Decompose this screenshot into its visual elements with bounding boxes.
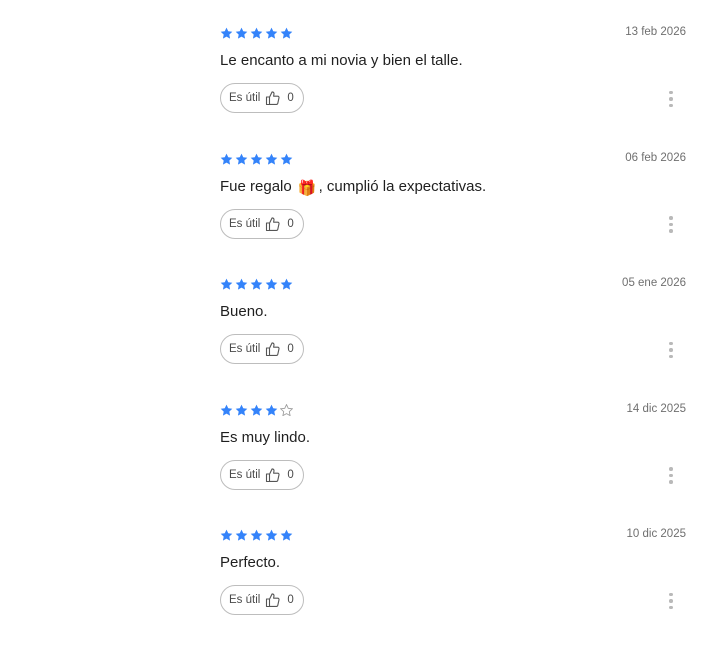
- star-filled-icon: [235, 27, 248, 39]
- star-filled-icon: [220, 278, 233, 290]
- kebab-menu-icon[interactable]: [664, 591, 678, 611]
- star-filled-icon: [265, 278, 278, 290]
- star-filled-icon: [250, 153, 263, 165]
- gift-emoji: 🎁: [297, 179, 317, 197]
- star-rating: [220, 153, 293, 165]
- star-filled-icon: [280, 27, 293, 39]
- useful-label: Es útil: [229, 343, 261, 355]
- star-rating: [220, 403, 293, 416]
- review-item: 05 ene 2026 Bueno. Es útil 0: [220, 275, 686, 401]
- star-filled-icon: [220, 27, 233, 39]
- star-filled-icon: [250, 404, 263, 416]
- kebab-menu-icon[interactable]: [664, 89, 678, 109]
- useful-count: 0: [287, 217, 294, 230]
- star-filled-icon: [220, 153, 233, 165]
- thumbs-up-icon: [266, 342, 280, 357]
- kebab-menu-icon[interactable]: [664, 340, 678, 360]
- star-filled-icon: [265, 27, 278, 39]
- star-filled-icon: [235, 278, 248, 290]
- useful-button[interactable]: Es útil 0: [220, 459, 304, 490]
- review-item: 14 dic 2025 Es muy lindo. Es útil 0: [220, 401, 686, 527]
- star-filled-icon: [235, 529, 248, 541]
- star-filled-icon: [280, 278, 293, 290]
- review-text: Bueno.: [220, 303, 268, 320]
- useful-label: Es útil: [229, 92, 261, 104]
- review-item: 06 feb 2026 Fue regalo 🎁, cumplió la exp…: [220, 150, 686, 276]
- review-date: 06 feb 2026: [625, 151, 686, 164]
- useful-label: Es útil: [229, 217, 261, 230]
- review-text: Perfecto.: [220, 554, 281, 571]
- thumbs-up-icon: [266, 467, 280, 482]
- useful-button[interactable]: Es útil 0: [220, 208, 304, 239]
- useful-count: 0: [287, 343, 294, 355]
- star-filled-icon: [265, 529, 278, 541]
- kebab-menu-icon[interactable]: [664, 466, 678, 486]
- review-date: 13 feb 2026: [625, 26, 686, 38]
- review-item: 13 feb 2026 Le encanto a mi novia y bien…: [220, 24, 686, 150]
- useful-count: 0: [287, 594, 294, 606]
- star-filled-icon: [220, 404, 233, 416]
- thumbs-up-icon: [266, 91, 280, 106]
- star-rating: [220, 27, 293, 39]
- review-text-part: , cumplió la expectativas.: [318, 177, 487, 195]
- star-filled-icon: [280, 153, 293, 165]
- star-empty-icon: [280, 403, 293, 416]
- useful-count: 0: [287, 468, 294, 481]
- star-filled-icon: [265, 153, 278, 165]
- star-filled-icon: [265, 404, 278, 416]
- reviews-list: 13 feb 2026 Le encanto a mi novia y bien…: [220, 24, 686, 652]
- star-filled-icon: [250, 278, 263, 290]
- review-date: 10 dic 2025: [626, 528, 686, 540]
- useful-count: 0: [287, 92, 294, 104]
- review-text: Fue regalo 🎁, cumplió la expectativas.: [220, 178, 486, 197]
- useful-button[interactable]: Es útil 0: [220, 585, 304, 615]
- star-rating: [220, 529, 293, 541]
- thumbs-up-icon: [266, 593, 280, 608]
- star-filled-icon: [235, 404, 248, 416]
- star-filled-icon: [220, 529, 233, 541]
- star-rating: [220, 278, 293, 290]
- useful-button[interactable]: Es útil 0: [220, 334, 304, 364]
- star-filled-icon: [280, 529, 293, 541]
- review-text: Le encanto a mi novia y bien el talle.: [220, 52, 463, 69]
- review-text: Es muy lindo.: [220, 428, 311, 446]
- useful-label: Es útil: [229, 468, 261, 481]
- review-item: 10 dic 2025 Perfecto. Es útil 0: [220, 526, 686, 652]
- star-filled-icon: [250, 529, 263, 541]
- star-filled-icon: [235, 153, 248, 165]
- thumbs-up-icon: [266, 216, 280, 231]
- useful-label: Es útil: [229, 594, 261, 606]
- review-text-part: Fue regalo: [220, 177, 292, 195]
- review-date: 05 ene 2026: [622, 277, 686, 289]
- review-date: 14 dic 2025: [626, 402, 686, 415]
- useful-button[interactable]: Es útil 0: [220, 83, 304, 113]
- star-filled-icon: [250, 27, 263, 39]
- kebab-menu-icon[interactable]: [664, 215, 678, 235]
